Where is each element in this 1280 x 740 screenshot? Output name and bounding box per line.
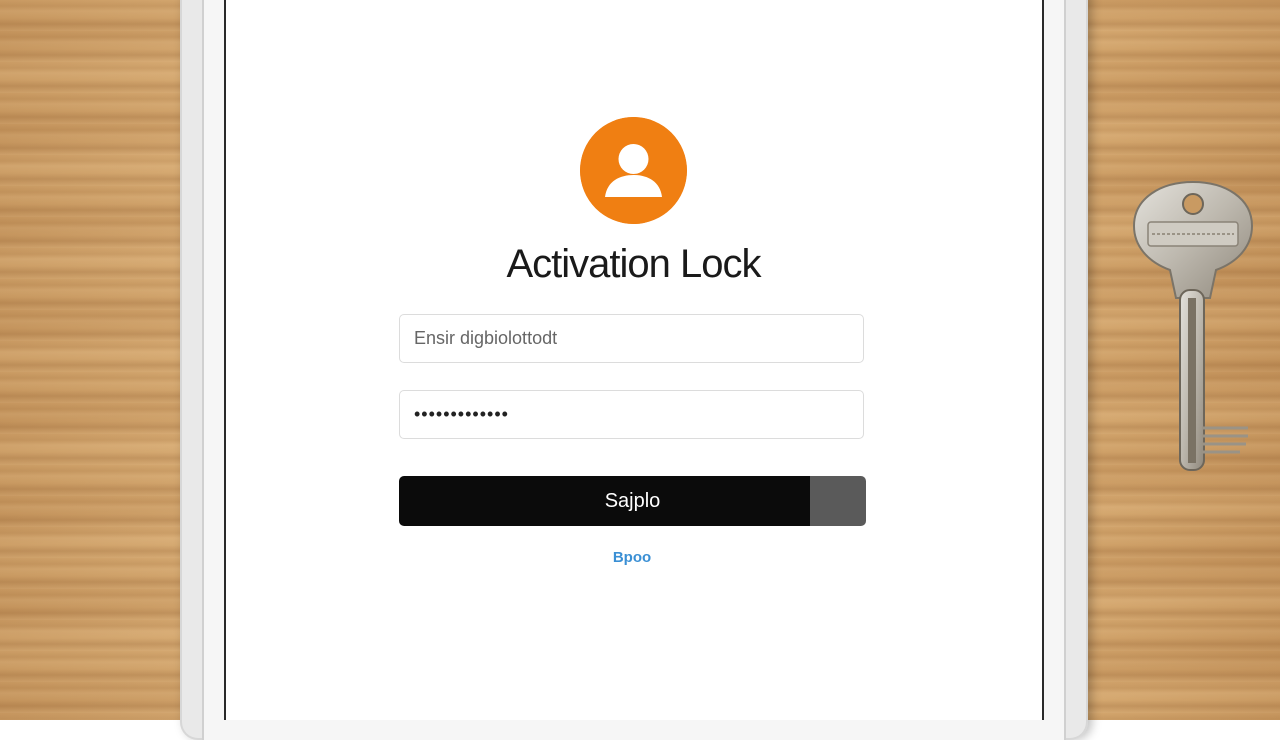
apple-id-input[interactable] xyxy=(399,314,864,363)
submit-button[interactable]: Sajplo xyxy=(399,476,866,526)
key-icon xyxy=(1130,178,1256,478)
password-input[interactable] xyxy=(399,390,864,439)
person-icon xyxy=(580,117,687,224)
help-link[interactable]: Bpoo xyxy=(600,549,664,566)
page-title: Activation Lock xyxy=(506,242,761,286)
